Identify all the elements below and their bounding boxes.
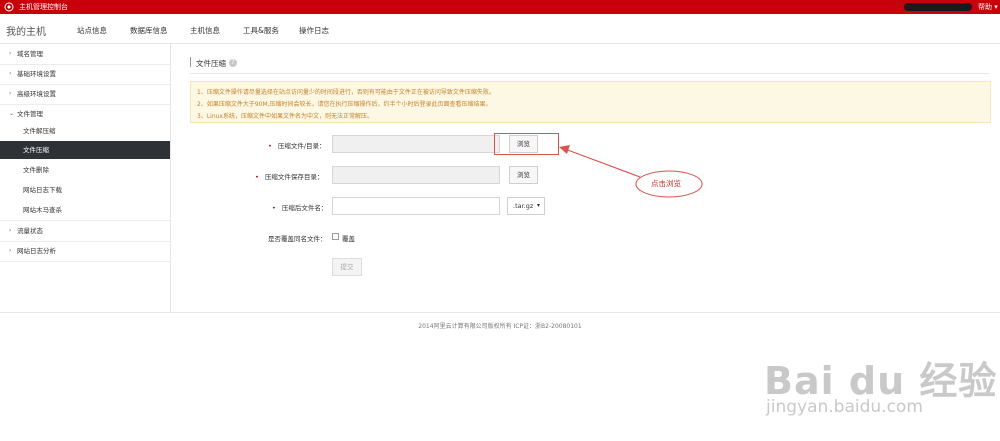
- nav-host-info[interactable]: 主机信息: [190, 25, 220, 36]
- aliyun-logo-icon: [4, 2, 14, 12]
- sidebar-item-basic-env[interactable]: › 基础环境设置: [0, 64, 170, 84]
- sidebar-item-traffic[interactable]: › 流量状态: [0, 221, 170, 241]
- app-title: 主机管理控制台: [19, 3, 68, 11]
- sidebar-item-log-analysis[interactable]: › 网站日志分析: [0, 241, 170, 261]
- browse-save-dir-button[interactable]: 浏览: [509, 166, 538, 184]
- watermark-url: jingyan.baidu.com: [766, 397, 923, 417]
- chevron-right-icon: ›: [9, 50, 12, 57]
- source-path-input[interactable]: [332, 135, 500, 153]
- nav-database-info[interactable]: 数据库信息: [130, 25, 168, 36]
- submit-button[interactable]: 提交: [332, 258, 362, 276]
- nav-site-info[interactable]: 站点信息: [77, 25, 107, 36]
- sidebar-item-advanced-env[interactable]: › 高级环境设置: [0, 84, 170, 104]
- overwrite-checkbox[interactable]: [332, 233, 339, 240]
- save-dir-label: • 压缩文件保存目录：: [255, 173, 324, 181]
- notice-line: 2、如果压缩文件大于90M,压缩时间会较长，请您在执行压缩操作后，约半个小时后登…: [197, 101, 492, 108]
- chevron-down-icon: ⌄: [9, 110, 15, 117]
- redacted-username: [904, 3, 972, 11]
- sidebar-item-file-management[interactable]: ⌄ 文件管理: [0, 104, 170, 124]
- nav-tools-services[interactable]: 工具&服务: [243, 25, 279, 36]
- required-marker: •: [268, 142, 272, 150]
- nav-operation-log[interactable]: 操作日志: [299, 25, 329, 36]
- required-marker: •: [255, 173, 259, 181]
- overwrite-label: 是否覆盖同名文件：: [268, 235, 327, 243]
- help-menu[interactable]: 帮助 ▾: [978, 2, 998, 12]
- caret-down-icon: ▾: [536, 202, 540, 209]
- brand-title: 我的主机: [6, 27, 46, 38]
- filename-input[interactable]: [332, 197, 500, 215]
- divider: [0, 261, 170, 262]
- footer-copyright: 2014阿里云计算有限公司版权所有 ICP证：浙B2-20080101: [418, 323, 582, 330]
- notice-line: 1、压缩文件操作请尽量选择在站点访问量少的时间段进行，否则有可能由于文件正在被访…: [197, 89, 495, 96]
- main-nav: 我的主机 站点信息 数据库信息 主机信息 工具&服务 操作日志: [0, 14, 1000, 44]
- chevron-right-icon: ›: [9, 227, 12, 234]
- source-path-label: • 压缩文件/目录：: [268, 142, 326, 150]
- sidebar-item-file-compress[interactable]: 文件压缩: [0, 141, 170, 159]
- sidebar-item-domain[interactable]: › 域名管理: [0, 44, 170, 64]
- save-dir-input[interactable]: [332, 166, 500, 184]
- format-select[interactable]: .tar.gz ▾: [507, 197, 545, 215]
- sidebar: › 域名管理 › 基础环境设置 › 高级环境设置 ⌄ 文件管理 文件解压缩 文件…: [0, 44, 171, 312]
- chevron-right-icon: ›: [9, 247, 12, 254]
- notice-box: 1、压缩文件操作请尽量选择在站点访问量少的时间段进行，否则有可能由于文件正在被访…: [190, 81, 991, 123]
- annotation-highlight: [494, 133, 559, 155]
- filename-label: • 压缩后文件名：: [272, 204, 328, 212]
- notice-line: 3、Linux系统，压缩文件中如果文件名为中文，则无法正常解压。: [197, 113, 373, 120]
- annotation-text: 点击浏览: [651, 179, 681, 188]
- sidebar-item-file-delete[interactable]: 文件删除: [0, 161, 170, 179]
- chevron-right-icon: ›: [9, 70, 12, 77]
- sidebar-item-log-download[interactable]: 网站日志下载: [0, 181, 170, 199]
- title-accent: [190, 57, 191, 67]
- help-circle-icon[interactable]: ?: [229, 59, 237, 67]
- page-title: 文件压缩: [196, 59, 226, 68]
- overwrite-option-label: 覆盖: [342, 235, 355, 243]
- divider: [190, 73, 990, 74]
- sidebar-item-trojan-scan[interactable]: 网站木马查杀: [0, 201, 170, 219]
- divider: [0, 312, 1000, 313]
- required-marker: •: [272, 204, 276, 212]
- chevron-right-icon: ›: [9, 90, 12, 97]
- top-bar: 主机管理控制台 帮助 ▾: [0, 0, 1000, 14]
- sidebar-item-file-unzip[interactable]: 文件解压缩: [0, 122, 170, 140]
